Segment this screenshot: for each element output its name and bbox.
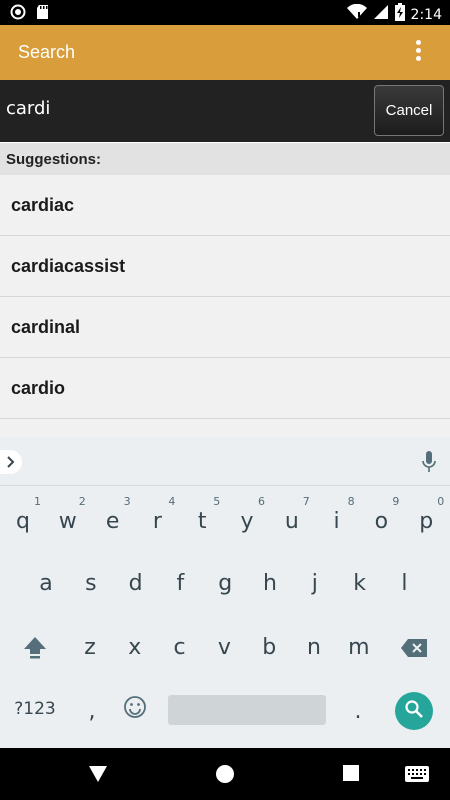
recents-icon[interactable] bbox=[343, 765, 359, 786]
search-icon bbox=[404, 699, 424, 724]
emoji-icon[interactable] bbox=[113, 695, 157, 725]
key-z[interactable]: z bbox=[68, 635, 112, 660]
key-d[interactable]: d bbox=[114, 571, 158, 596]
key-a[interactable]: a bbox=[24, 571, 68, 596]
mic-icon[interactable] bbox=[422, 451, 436, 478]
key-hint-number: 3 bbox=[123, 495, 131, 508]
period-key[interactable]: . bbox=[336, 699, 380, 724]
status-bar: 2:14 bbox=[0, 0, 450, 25]
key-f[interactable]: f bbox=[158, 571, 202, 596]
backspace-key[interactable] bbox=[392, 638, 436, 663]
space-bar[interactable] bbox=[168, 695, 326, 725]
cancel-button[interactable]: Cancel bbox=[374, 85, 444, 136]
key-l[interactable]: l bbox=[382, 571, 426, 596]
suggestions-list: cardiac cardiacassist cardinal cardio bbox=[0, 175, 450, 437]
key-hint-number: 0 bbox=[437, 495, 445, 508]
key-o[interactable]: o9 bbox=[359, 495, 403, 534]
suggestion-item[interactable]: cardio bbox=[0, 358, 450, 419]
battery-charging-icon bbox=[394, 3, 405, 26]
key-y[interactable]: y6 bbox=[225, 495, 269, 534]
search-key[interactable] bbox=[395, 692, 433, 730]
wifi-icon bbox=[346, 3, 367, 25]
key-p[interactable]: p0 bbox=[404, 495, 448, 534]
keyboard: q1w2e3r4t5y6u7i8o9p0 asdfghjkl zxcvbnm ?… bbox=[0, 437, 450, 748]
key-e[interactable]: e3 bbox=[91, 495, 135, 534]
sd-card-icon bbox=[36, 4, 49, 25]
record-icon bbox=[10, 4, 26, 25]
suggestions-label: Suggestions: bbox=[6, 151, 102, 168]
chevron-right-icon[interactable] bbox=[0, 450, 22, 474]
key-v[interactable]: v bbox=[202, 635, 246, 660]
key-g[interactable]: g bbox=[203, 571, 247, 596]
key-hint-number: 9 bbox=[392, 495, 400, 508]
key-hint-number: 2 bbox=[78, 495, 86, 508]
signal-icon bbox=[373, 4, 389, 25]
more-vert-icon[interactable] bbox=[414, 40, 422, 66]
key-hint-number: 6 bbox=[258, 495, 265, 508]
screen: 2:14 Search cardi Cancel Suggestions: ca… bbox=[0, 0, 450, 800]
key-x[interactable]: x bbox=[113, 635, 157, 660]
key-q[interactable]: q1 bbox=[1, 495, 45, 534]
key-hint-number: 7 bbox=[302, 495, 310, 508]
shift-key[interactable] bbox=[13, 635, 57, 665]
suggestion-item[interactable]: cardiacassist bbox=[0, 236, 450, 297]
key-n[interactable]: n bbox=[292, 635, 336, 660]
app-bar-title: Search bbox=[18, 42, 76, 62]
back-icon[interactable] bbox=[88, 765, 108, 788]
key-hint-number: 4 bbox=[168, 495, 176, 508]
app-bar: Search bbox=[0, 25, 450, 80]
key-u[interactable]: u7 bbox=[270, 495, 314, 534]
search-bar: cardi Cancel bbox=[0, 80, 450, 142]
home-icon[interactable] bbox=[215, 764, 235, 789]
clock: 2:14 bbox=[410, 6, 442, 23]
key-w[interactable]: w2 bbox=[46, 495, 90, 534]
key-j[interactable]: j bbox=[293, 571, 337, 596]
key-r[interactable]: r4 bbox=[135, 495, 179, 534]
symbols-key[interactable]: ?123 bbox=[6, 699, 64, 719]
keyboard-switch-icon[interactable] bbox=[405, 766, 429, 787]
key-hint-number: 1 bbox=[34, 495, 41, 508]
suggestion-item[interactable]: cardinal bbox=[0, 297, 450, 358]
suggestion-strip bbox=[0, 437, 450, 486]
key-hint-number: 8 bbox=[347, 495, 355, 508]
key-s[interactable]: s bbox=[69, 571, 113, 596]
suggestions-header: Suggestions: bbox=[0, 143, 450, 175]
key-m[interactable]: m bbox=[337, 635, 381, 660]
key-t[interactable]: t5 bbox=[180, 495, 224, 534]
comma-key[interactable]: , bbox=[70, 699, 114, 724]
search-input[interactable]: cardi bbox=[6, 98, 50, 119]
key-c[interactable]: c bbox=[158, 635, 202, 660]
key-i[interactable]: i8 bbox=[315, 495, 359, 534]
suggestion-item[interactable]: cardiac bbox=[0, 175, 450, 236]
key-h[interactable]: h bbox=[248, 571, 292, 596]
key-b[interactable]: b bbox=[247, 635, 291, 660]
key-hint-number: 5 bbox=[213, 495, 221, 508]
navigation-bar bbox=[0, 748, 450, 800]
key-k[interactable]: k bbox=[338, 571, 382, 596]
